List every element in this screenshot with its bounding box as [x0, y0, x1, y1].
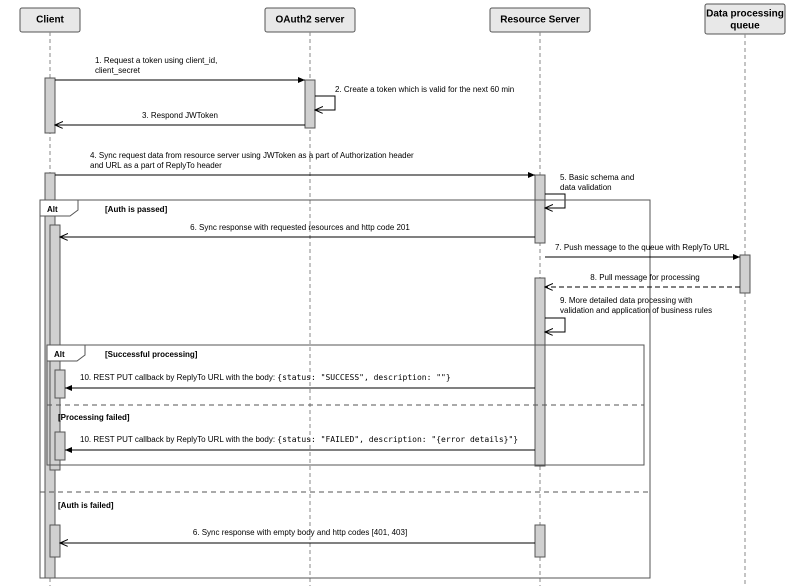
msg-9-self [545, 318, 565, 332]
participant-resource-server: Resource Server [490, 8, 590, 32]
msg-6b-label: 6. Sync response with empty body and htt… [193, 528, 407, 537]
activation [535, 278, 545, 466]
guard-processing-failed: [Processing failed] [58, 413, 130, 422]
participant-client: Client [20, 8, 80, 32]
msg-10a-label: 10. REST PUT callback by ReplyTo URL wit… [80, 373, 451, 382]
msg-5-self [545, 194, 565, 208]
activation [55, 370, 65, 398]
svg-text:Resource Server: Resource Server [500, 15, 580, 26]
participant-data-processing-queue: Data processing queue [705, 4, 785, 34]
msg-2-label: 2. Create a token which is valid for the… [335, 85, 514, 94]
msg-8-label: 8. Pull message for processing [590, 273, 699, 282]
msg-3-label: 3. Respond JWToken [142, 111, 218, 120]
guard-auth-passed: [Auth is passed] [105, 205, 168, 214]
alt-outer-label: Alt [47, 205, 58, 214]
activation [45, 78, 55, 133]
svg-text:queue: queue [730, 21, 760, 32]
participant-oauth2-server: OAuth2 server [265, 8, 355, 32]
msg-10b-label: 10. REST PUT callback by ReplyTo URL wit… [80, 435, 518, 444]
activation [305, 80, 315, 128]
msg-6a-label: 6. Sync response with requested resource… [190, 223, 410, 232]
msg-5-label-2: data validation [560, 183, 612, 192]
svg-text:Client: Client [36, 15, 64, 26]
svg-text:Data processing: Data processing [706, 9, 784, 20]
msg-4-label: 4. Sync request data from resource serve… [90, 151, 414, 160]
guard-auth-failed: [Auth is failed] [58, 501, 114, 510]
msg-7-label: 7. Push message to the queue with ReplyT… [555, 243, 730, 252]
activation [740, 255, 750, 293]
msg-9-label-2: validation and application of business r… [560, 306, 712, 315]
msg-2-self [315, 96, 335, 110]
activation [50, 525, 60, 557]
msg-1-label: 1. Request a token using client_id, [95, 56, 217, 65]
svg-text:OAuth2 server: OAuth2 server [276, 15, 345, 26]
sequence-diagram: Client OAuth2 server Resource Server Dat… [0, 0, 795, 586]
activation [535, 175, 545, 243]
alt-outer-header [40, 200, 78, 216]
alt-inner-header [47, 345, 85, 361]
activation [55, 432, 65, 460]
activation [535, 525, 545, 557]
msg-4-label-2: and URL as a part of ReplyTo header [90, 161, 222, 170]
alt-inner-label: Alt [54, 350, 65, 359]
msg-1-label-2: client_secret [95, 66, 141, 75]
msg-5-label: 5. Basic schema and [560, 173, 634, 182]
msg-9-label: 9. More detailed data processing with [560, 296, 693, 305]
guard-success: [Successful processing] [105, 350, 198, 359]
